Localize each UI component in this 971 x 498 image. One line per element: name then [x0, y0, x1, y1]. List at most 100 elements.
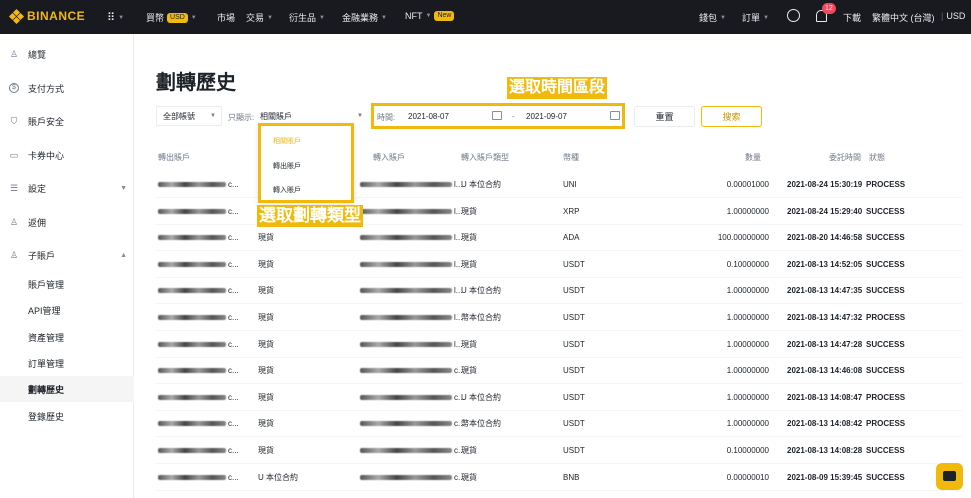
- sidebar-subitem-order-management[interactable]: 訂單管理: [0, 350, 134, 376]
- redacted-account: [158, 341, 226, 347]
- sidebar-item-overview[interactable]: ♙ 總覽: [0, 41, 134, 67]
- cell-from-type: 現貨: [258, 286, 274, 296]
- redacted-account: [158, 182, 226, 187]
- cell-time: 2021-08-13 14:46:08: [787, 366, 863, 376]
- cell-status: SUCCESS: [866, 286, 905, 296]
- chevron-down-icon: ▼: [763, 14, 769, 21]
- redacted-account: [158, 448, 226, 453]
- cell-to-type: 現貨: [461, 472, 477, 482]
- select-value: 全部帳號: [163, 111, 195, 121]
- dropdown-option-outgoing[interactable]: 轉出賬戶: [273, 161, 301, 171]
- chat-support-button[interactable]: [936, 463, 963, 490]
- main-content: 劃轉歷史 全部帳號 ▼ 只顯示: 相關賬戶 ▼ 時間: 2021-08-07 - 2…: [134, 34, 971, 498]
- sidebar-item-coupons[interactable]: ▭ 卡券中心: [0, 142, 134, 168]
- redacted-account: [360, 261, 452, 267]
- cell-from-type: 現貨: [258, 446, 274, 455]
- sidebar-item-label: 賬戶管理: [28, 279, 65, 290]
- nav-download[interactable]: 下載: [843, 11, 861, 24]
- cell-to-type: 幣本位合約: [461, 313, 501, 322]
- sidebar-subitem-login-history[interactable]: 登錄歷史: [0, 403, 134, 429]
- cell-amount: 1.00000000: [726, 339, 769, 349]
- calendar-icon[interactable]: [610, 111, 620, 120]
- nav-divider: |: [941, 11, 944, 21]
- redacted-account: [158, 261, 226, 267]
- binance-logo[interactable]: BINANCE: [8, 8, 85, 24]
- cell-from-type: 現貨: [258, 419, 274, 429]
- nav-wallet[interactable]: 錢包 ▼: [699, 11, 726, 24]
- sidebar-subitem-asset-management[interactable]: 資產管理: [0, 324, 134, 350]
- nav-nft[interactable]: NFT ▼ New: [405, 11, 455, 21]
- sidebar-subitem-transfer-history[interactable]: 劃轉歷史: [0, 376, 134, 402]
- chevron-down-icon: ▼: [319, 14, 325, 21]
- sidebar-item-sub-account[interactable]: ♙ 子賬戶 ▲: [0, 242, 134, 268]
- table-row: c... 現貨 l... 現貨 USDT 0.10000000 2021-08-13 14:…: [156, 252, 962, 278]
- sidebar-item-referral[interactable]: ♙ 返佣: [0, 209, 134, 235]
- sidebar-subitem-api-management[interactable]: API管理: [0, 297, 134, 323]
- ticket-icon: ▭: [9, 150, 19, 160]
- cell-time: 2021-08-24 15:29:40: [787, 206, 863, 216]
- dropdown-option-related[interactable]: 相關賬戶: [273, 136, 301, 146]
- shield-icon: ⛉: [10, 116, 18, 126]
- reset-button[interactable]: 重置: [634, 106, 695, 127]
- cell-coin: USDT: [563, 313, 585, 322]
- nav-markets[interactable]: 市場: [217, 11, 235, 24]
- new-badge: New: [434, 11, 455, 21]
- table-row: c... 現貨 l... 現貨 ADA 100.00000000 2021-08-20 14…: [156, 225, 962, 252]
- top-navigation-bar: BINANCE ⠿ ▼ 買幣 USD ▼ 市場 交易 ▼ 衍生品 ▼ 金融業務 ▼ NFT ▼…: [0, 0, 971, 34]
- cell-to-type: 現貨: [461, 206, 477, 216]
- cell-status: SUCCESS: [866, 472, 905, 482]
- cell-from-account: c...: [228, 392, 239, 402]
- cell-from-account: c...: [228, 313, 239, 322]
- cell-time: 2021-08-13 14:47:28: [787, 339, 863, 349]
- redacted-account: [360, 182, 452, 187]
- sidebar-item-label: 登錄歷史: [28, 411, 65, 422]
- currency-selector[interactable]: | USD: [941, 11, 965, 21]
- sidebar-item-payment[interactable]: $ 支付方式: [0, 75, 134, 101]
- cell-status: SUCCESS: [866, 339, 905, 349]
- sidebar-item-settings[interactable]: ☰ 設定 ▼: [0, 175, 134, 201]
- sidebar: ♙ 總覽 $ 支付方式 ⛉ 賬戶安全 ▭ 卡券中心 ☰ 設定 ▼ ♙ 返佣 ♙ 子賬戶 ▲ 賬戶管…: [0, 34, 134, 498]
- date-to-input[interactable]: 2021-09-07: [526, 112, 567, 121]
- language-selector[interactable]: 繁體中文 (台灣): [872, 11, 935, 24]
- nav-trade[interactable]: 交易 ▼: [246, 11, 273, 24]
- cell-amount: 0.00000010: [726, 472, 769, 482]
- cell-from-account: c...: [228, 419, 239, 429]
- sidebar-item-label: 訂單管理: [28, 358, 65, 369]
- sidebar-item-security[interactable]: ⛉ 賬戶安全: [0, 108, 134, 134]
- nav-label: NFT: [405, 11, 423, 21]
- nav-finance[interactable]: 金融業務 ▼: [342, 11, 387, 24]
- dropdown-option-incoming[interactable]: 轉入賬戶: [273, 185, 301, 195]
- date-range-picker[interactable]: 時間: 2021-08-07 - 2021-09-07: [371, 103, 625, 129]
- table-row: c... 現貨 l... 現貨 USDT 1.00000000 2021-08-13 14:…: [156, 332, 962, 358]
- sidebar-item-label: 資產管理: [28, 332, 65, 343]
- redacted-account: [360, 235, 452, 241]
- chevron-down-icon: ▼: [425, 13, 432, 19]
- redacted-account: [360, 448, 452, 453]
- cell-amount: 1.00000000: [726, 286, 769, 296]
- search-button[interactable]: 搜索: [701, 106, 762, 127]
- date-from-input[interactable]: 2021-08-07: [408, 112, 449, 121]
- sidebar-subitem-account-management[interactable]: 賬戶管理: [0, 271, 134, 297]
- cell-coin: USDT: [563, 259, 585, 269]
- sliders-icon: ☰: [9, 183, 19, 193]
- chevron-down-icon: ▼: [210, 113, 216, 119]
- cell-time: 2021-08-13 14:08:47: [787, 392, 863, 402]
- column-header-amount: 數量: [745, 153, 761, 162]
- nav-derivatives[interactable]: 衍生品 ▼: [289, 11, 325, 24]
- nav-orders[interactable]: 訂單 ▼: [742, 11, 769, 24]
- cell-time: 2021-08-20 14:46:58: [787, 233, 863, 243]
- table-row: c... 現貨 c... 現貨 USDT 1.00000000 2021-08-13 14:…: [156, 358, 962, 385]
- apps-menu[interactable]: ⠿ ▼: [107, 11, 124, 24]
- cell-from-account: c...: [228, 446, 239, 455]
- cell-status: PROCESS: [866, 180, 906, 189]
- column-header-status: 狀態: [869, 153, 885, 162]
- user-icon[interactable]: [787, 9, 800, 22]
- account-filter-select[interactable]: 全部帳號 ▼: [156, 106, 222, 126]
- cell-status: SUCCESS: [866, 206, 905, 216]
- nav-label: 金融業務: [342, 13, 379, 23]
- calendar-icon[interactable]: [492, 111, 502, 120]
- cell-time: 2021-08-13 14:52:05: [787, 259, 863, 269]
- nav-buy-crypto[interactable]: 買幣 USD ▼: [146, 11, 197, 24]
- chevron-down-icon: ▼: [267, 14, 273, 21]
- cell-coin: USDT: [563, 392, 585, 402]
